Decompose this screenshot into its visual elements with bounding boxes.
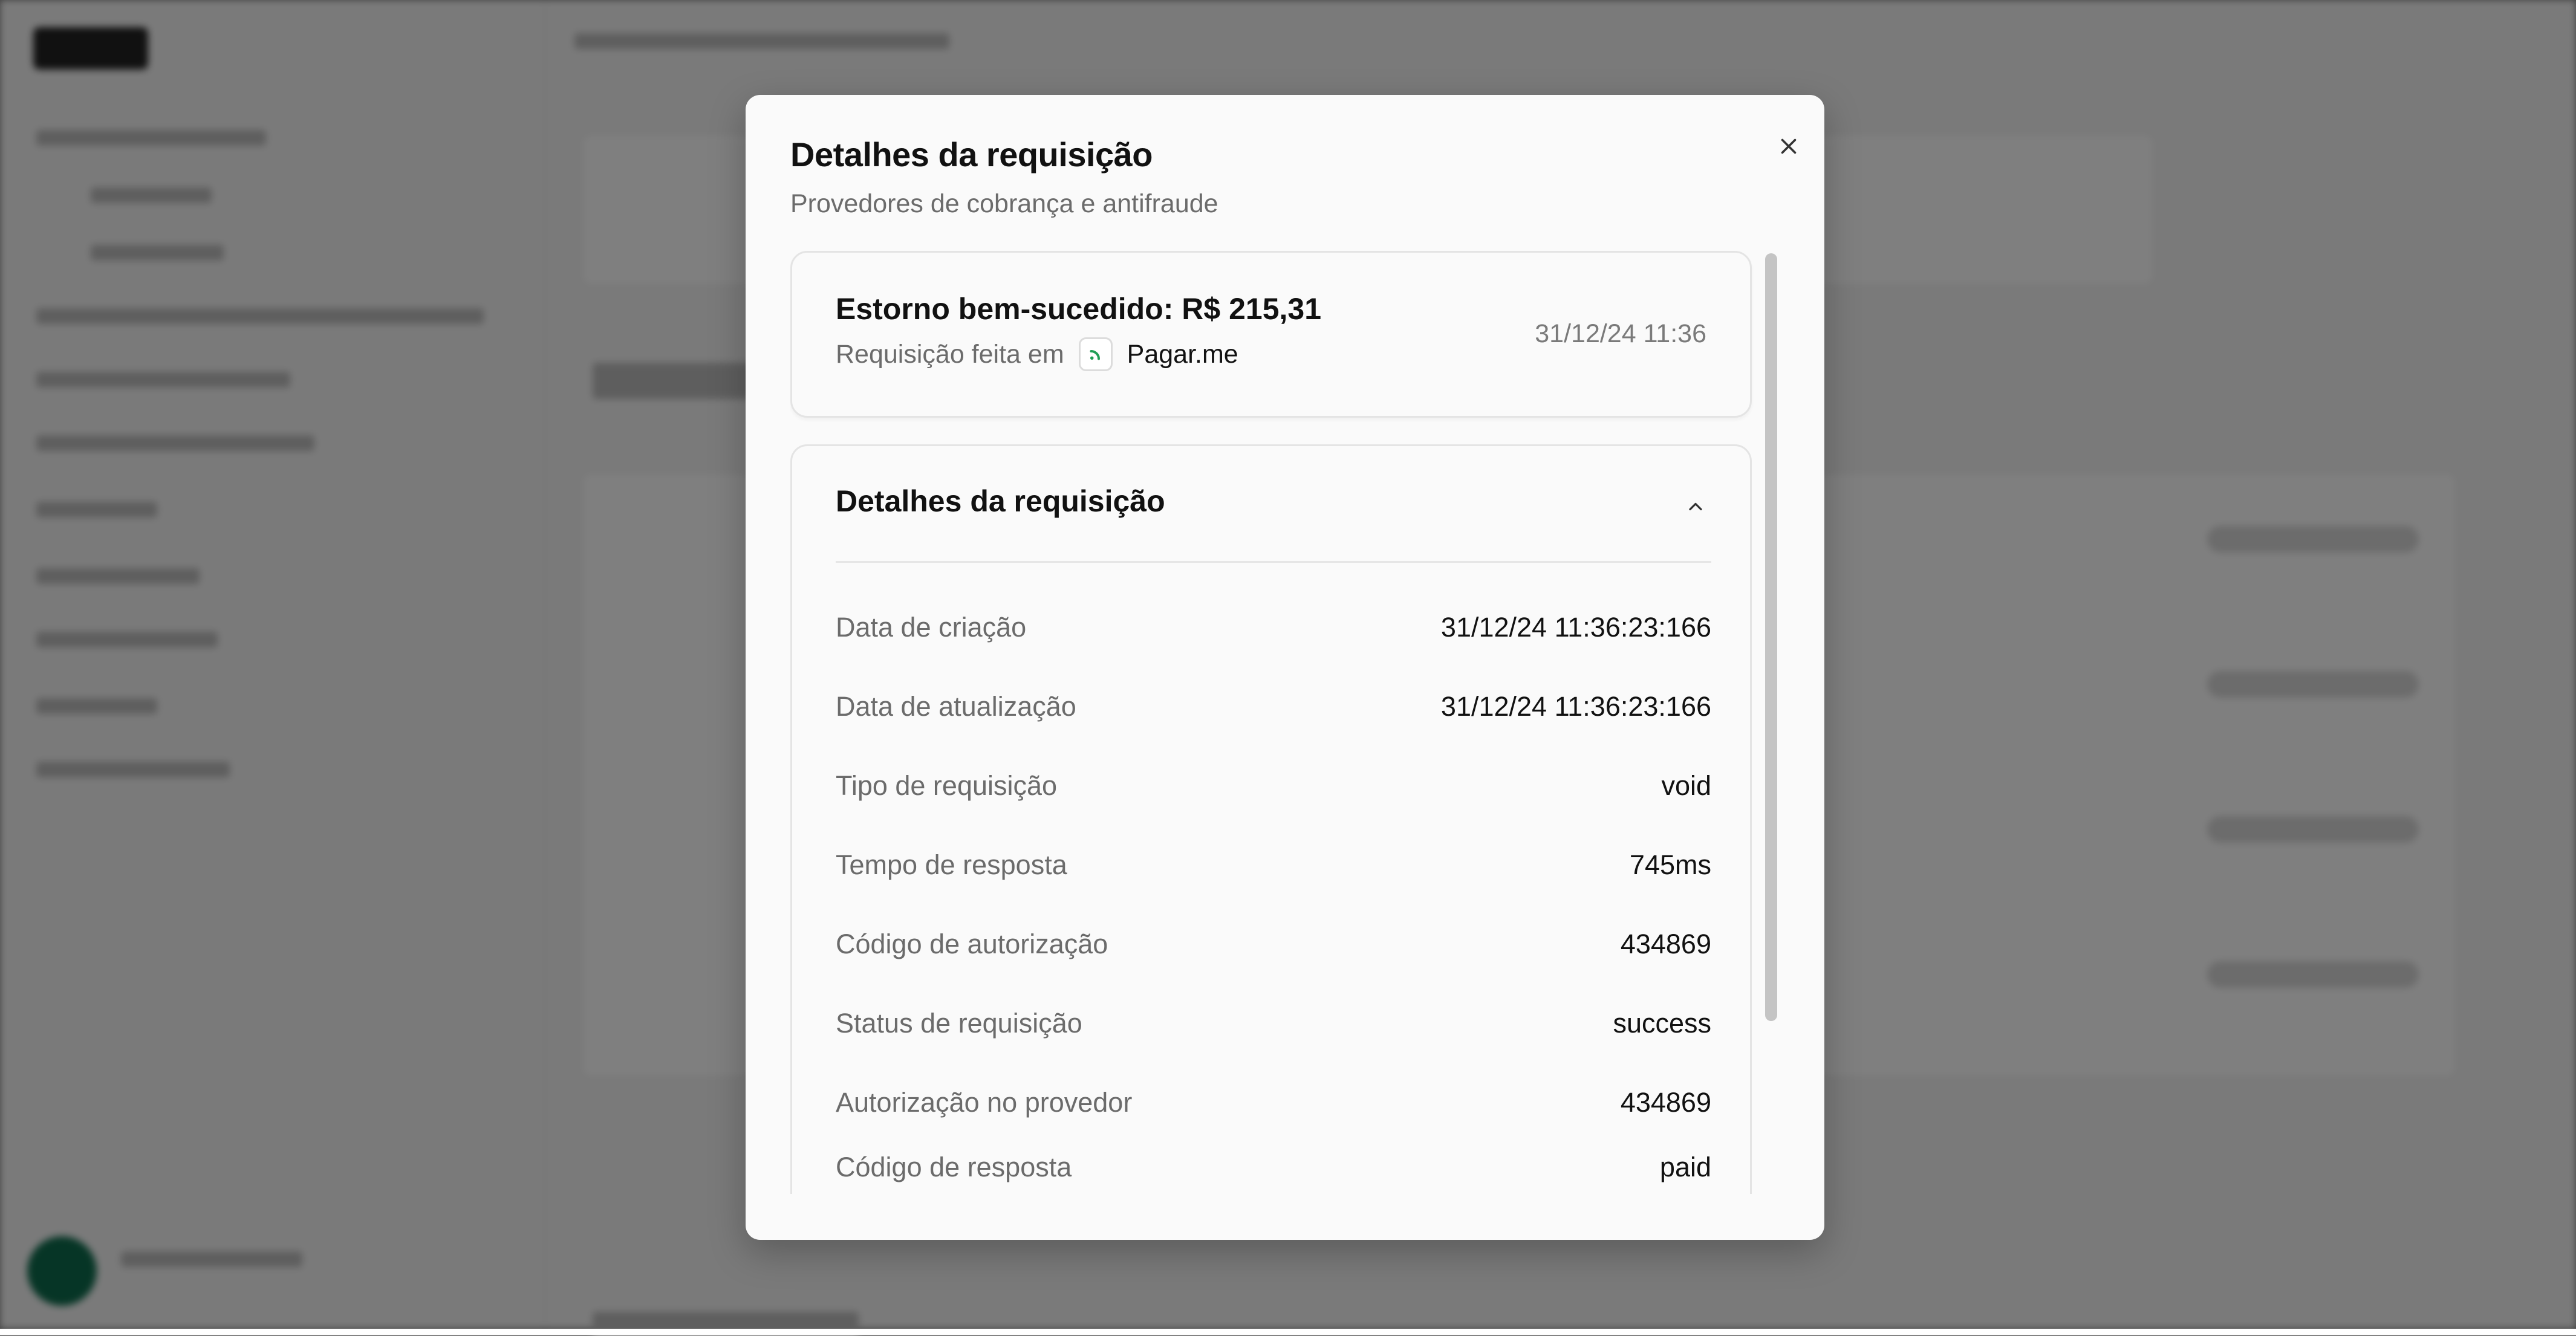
- details-divider: [836, 561, 1711, 563]
- request-made-in-label: Requisição feita em: [836, 339, 1064, 369]
- detail-row-request-type: Tipo de requisição void: [836, 768, 1711, 804]
- chevron-up-icon: [1689, 502, 1702, 511]
- detail-value: paid: [1659, 1152, 1711, 1182]
- detail-row-response-code: Código de resposta paid: [836, 1149, 1711, 1185]
- request-details-modal: Detalhes da requisição Provedores de cob…: [746, 95, 1824, 1240]
- detail-value: void: [1661, 770, 1711, 801]
- pagarme-logo-icon: [1078, 337, 1113, 371]
- request-summary-card: Estorno bem-sucedido: R$ 215,31 Requisiç…: [790, 251, 1752, 418]
- modal-subtitle: Provedores de cobrança e antifraude: [790, 189, 1218, 218]
- detail-value: success: [1613, 1008, 1711, 1039]
- detail-label: Data de atualização: [836, 691, 1076, 722]
- detail-label: Tipo de requisição: [836, 770, 1058, 801]
- details-header: Detalhes da requisição: [836, 484, 1165, 518]
- bottom-strip: [0, 1329, 2576, 1335]
- summary-title: Estorno bem-sucedido: R$ 215,31: [836, 292, 1322, 326]
- provider-name: Pagar.me: [1127, 339, 1238, 369]
- detail-value: 434869: [1620, 1087, 1711, 1118]
- detail-row-request-status: Status de requisição success: [836, 1005, 1711, 1042]
- scrollbar[interactable]: [1765, 253, 1777, 1190]
- detail-label: Autorização no provedor: [836, 1087, 1133, 1118]
- detail-label: Tempo de resposta: [836, 849, 1067, 880]
- detail-row-authorization-code: Código de autorização 434869: [836, 926, 1711, 962]
- collapse-toggle-button[interactable]: [1682, 493, 1709, 520]
- detail-row-created-at: Data de criação 31/12/24 11:36:23:166: [836, 609, 1711, 646]
- modal-title: Detalhes da requisição: [790, 135, 1153, 173]
- detail-value: 434869: [1620, 929, 1711, 959]
- request-details-card: Detalhes da requisição Data de criação 3…: [790, 444, 1752, 1194]
- detail-label: Data de criação: [836, 612, 1027, 643]
- detail-label: Código de resposta: [836, 1152, 1072, 1182]
- detail-row-response-time: Tempo de resposta 745ms: [836, 847, 1711, 883]
- modal-scroll-area[interactable]: Estorno bem-sucedido: R$ 215,31 Requisiç…: [790, 251, 1758, 1194]
- detail-row-provider-authorization: Autorização no provedor 434869: [836, 1085, 1711, 1121]
- close-button[interactable]: [1764, 122, 1813, 170]
- detail-value: 31/12/24 11:36:23:166: [1440, 612, 1711, 643]
- summary-timestamp: 31/12/24 11:36: [1535, 319, 1706, 348]
- detail-value: 31/12/24 11:36:23:166: [1440, 691, 1711, 722]
- close-icon: [1781, 138, 1797, 154]
- detail-value: 745ms: [1629, 849, 1711, 880]
- detail-row-updated-at: Data de atualização 31/12/24 11:36:23:16…: [836, 689, 1711, 725]
- summary-subtitle: Requisição feita em Pagar.me: [836, 337, 1238, 371]
- scrollbar-thumb[interactable]: [1765, 253, 1777, 1021]
- detail-label: Status de requisição: [836, 1008, 1082, 1039]
- detail-label: Código de autorização: [836, 929, 1108, 959]
